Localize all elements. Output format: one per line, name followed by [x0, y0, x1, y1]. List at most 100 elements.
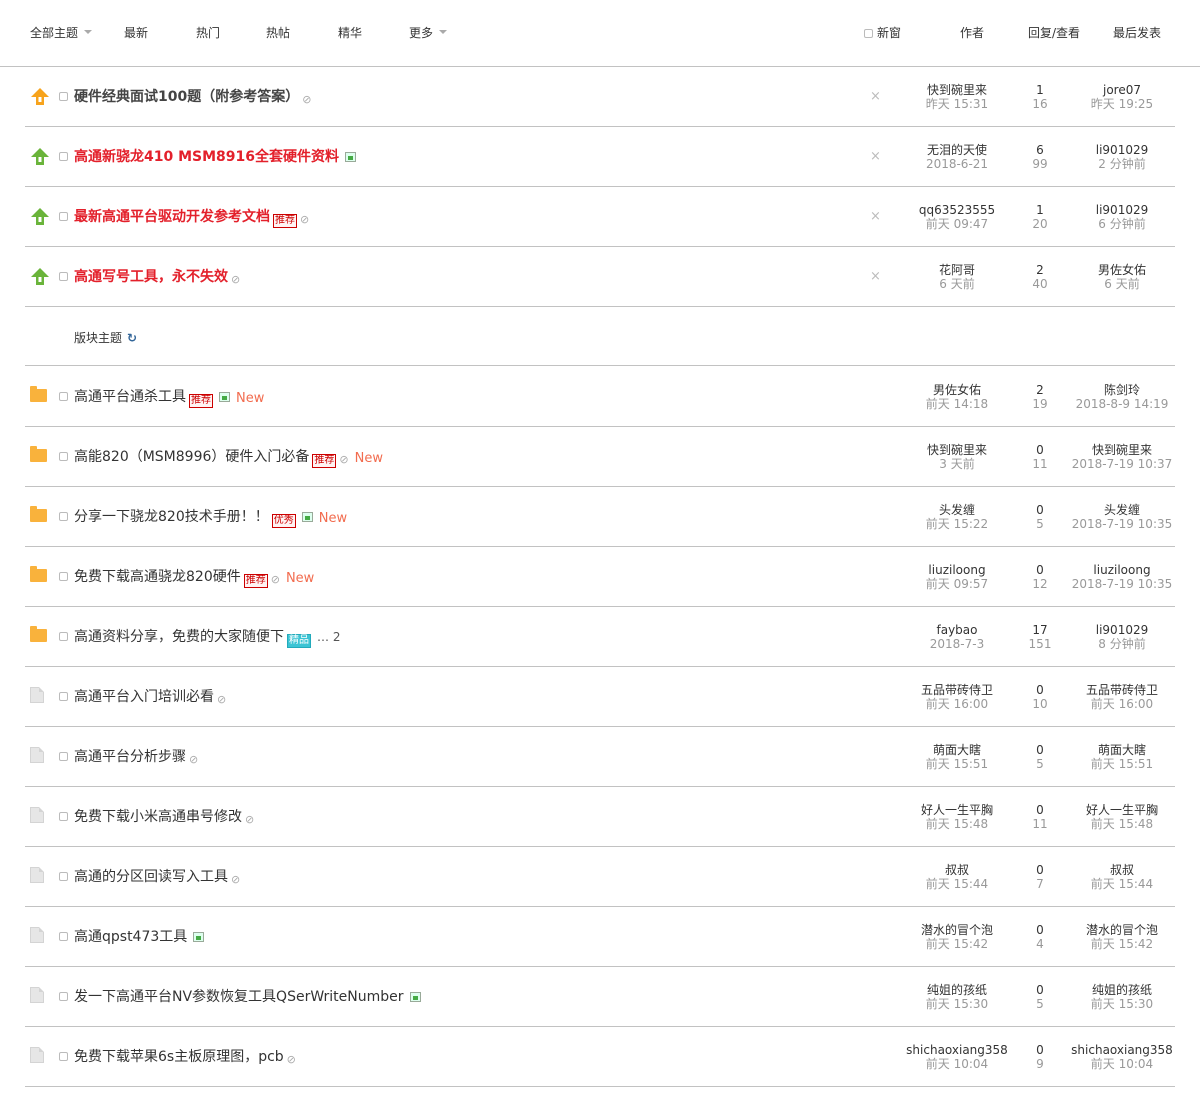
thread-checkbox[interactable]: [59, 392, 68, 401]
last-poster-link[interactable]: li901029: [1057, 203, 1187, 217]
refresh-icon[interactable]: ↻: [127, 331, 137, 345]
filter-digest[interactable]: 精华: [338, 26, 362, 40]
thread-title-link[interactable]: 免费下载苹果6s主板原理图，pcb: [74, 1049, 284, 1065]
close-icon[interactable]: ×: [870, 149, 881, 164]
author-link[interactable]: 快到碗里来: [885, 443, 1029, 457]
author-link[interactable]: 叔叔: [885, 863, 1029, 877]
thread-title-link[interactable]: 高通平台入门培训必看: [74, 689, 214, 705]
thread-title-link[interactable]: 高通新骁龙410 MSM8916全套硬件资料: [74, 149, 339, 165]
close-icon[interactable]: ×: [870, 89, 881, 104]
close-icon[interactable]: ×: [870, 269, 881, 284]
new-window-checkbox[interactable]: [864, 29, 873, 38]
last-post-time[interactable]: 2018-7-19 10:37: [1057, 457, 1187, 471]
thread-checkbox[interactable]: [59, 452, 68, 461]
last-post-time[interactable]: 6 分钟前: [1057, 217, 1187, 231]
last-post-cell: 叔叔 前天 15:44: [1057, 863, 1187, 891]
author-link[interactable]: shichaoxiang358: [885, 1043, 1029, 1057]
filter-latest[interactable]: 最新: [124, 26, 148, 40]
last-post-time[interactable]: 前天 15:44: [1057, 877, 1187, 891]
last-post-time[interactable]: 前天 15:42: [1057, 937, 1187, 951]
thread-title-link[interactable]: 免费下载小米高通串号修改: [74, 809, 242, 825]
filter-hot-posts[interactable]: 热帖: [266, 26, 290, 40]
thread-checkbox[interactable]: [59, 872, 68, 881]
last-poster-link[interactable]: li901029: [1057, 143, 1187, 157]
thread-title-link[interactable]: 高通资料分享，免费的大家随便下: [74, 629, 284, 645]
close-icon[interactable]: ×: [870, 209, 881, 224]
post-date: 前天 15:30: [925, 997, 989, 1011]
image-attachment-icon: [345, 152, 357, 162]
last-poster-link[interactable]: 快到碗里来: [1057, 443, 1187, 457]
author-link[interactable]: liuziloong: [885, 563, 1029, 577]
last-post-time[interactable]: 6 天前: [1057, 277, 1187, 291]
last-poster-link[interactable]: 萌面大瞎: [1057, 743, 1187, 757]
thread-checkbox[interactable]: [59, 212, 68, 221]
last-poster-link[interactable]: 五品带砖侍卫: [1057, 683, 1187, 697]
last-post-time[interactable]: 2018-8-9 14:19: [1057, 397, 1187, 411]
author-link[interactable]: 纯姐的孩纸: [885, 983, 1029, 997]
author-link[interactable]: 快到碗里来: [885, 83, 1029, 97]
thread-title-link[interactable]: 高能820（MSM8996）硬件入门必备: [74, 449, 309, 465]
author-link[interactable]: 花阿哥: [885, 263, 1029, 277]
thread-checkbox[interactable]: [59, 92, 68, 101]
thread-title-link[interactable]: 发一下高通平台NV参数恢复工具QSerWriteNumber: [74, 989, 404, 1005]
author-link[interactable]: 五品带砖侍卫: [885, 683, 1029, 697]
thread-title-link[interactable]: 硬件经典面试100题（附参考答案）: [74, 89, 299, 105]
thread-checkbox[interactable]: [59, 1052, 68, 1061]
post-date: 前天 10:04: [925, 1057, 989, 1071]
thread-title-link[interactable]: 高通写号工具，永不失效: [74, 269, 228, 285]
last-poster-link[interactable]: shichaoxiang358: [1057, 1043, 1187, 1057]
last-post-time[interactable]: 前天 16:00: [1057, 697, 1187, 711]
last-poster-link[interactable]: 纯姐的孩纸: [1057, 983, 1187, 997]
thread-checkbox[interactable]: [59, 932, 68, 941]
last-poster-link[interactable]: 好人一生平胸: [1057, 803, 1187, 817]
thread-checkbox[interactable]: [59, 992, 68, 1001]
last-post-time[interactable]: 前天 15:48: [1057, 817, 1187, 831]
filter-more[interactable]: 更多: [409, 26, 448, 40]
page-link[interactable]: … 2: [317, 630, 340, 644]
last-post-time[interactable]: 2 分钟前: [1057, 157, 1187, 171]
thread-title-link[interactable]: 高通qpst473工具: [74, 929, 187, 945]
thread-title-link[interactable]: 分享一下骁龙820技术手册！！: [74, 509, 269, 525]
last-post-time[interactable]: 前天 15:30: [1057, 997, 1187, 1011]
thread-checkbox[interactable]: [59, 632, 68, 641]
last-poster-link[interactable]: 潜水的冒个泡: [1057, 923, 1187, 937]
last-poster-link[interactable]: liuziloong: [1057, 563, 1187, 577]
thread-checkbox[interactable]: [59, 692, 68, 701]
last-poster-link[interactable]: 头发缠: [1057, 503, 1187, 517]
thread-title-link[interactable]: 最新高通平台驱动开发参考文档: [74, 209, 270, 225]
thread-title-link[interactable]: 高通平台通杀工具: [74, 389, 186, 405]
last-poster-link[interactable]: jore07: [1057, 83, 1187, 97]
last-post-time[interactable]: 2018-7-19 10:35: [1057, 577, 1187, 591]
author-link[interactable]: 好人一生平胸: [885, 803, 1029, 817]
last-post-time[interactable]: 8 分钟前: [1057, 637, 1187, 651]
author-link[interactable]: 头发缠: [885, 503, 1029, 517]
filter-all-topics[interactable]: 全部主题: [30, 26, 93, 40]
new-label: New: [236, 391, 265, 406]
author-link[interactable]: 无泪的天使: [885, 143, 1029, 157]
thread-checkbox[interactable]: [59, 752, 68, 761]
author-link[interactable]: 男佐女佑: [885, 383, 1029, 397]
author-link[interactable]: faybao: [885, 623, 1029, 637]
last-poster-link[interactable]: 陈剑玲: [1057, 383, 1187, 397]
last-poster-link[interactable]: 男佐女佑: [1057, 263, 1187, 277]
thread-checkbox[interactable]: [59, 512, 68, 521]
filter-hot[interactable]: 热门: [196, 26, 220, 40]
thread-checkbox[interactable]: [59, 812, 68, 821]
author-link[interactable]: qq63523555: [885, 203, 1029, 217]
thread-checkbox[interactable]: [59, 272, 68, 281]
last-poster-link[interactable]: li901029: [1057, 623, 1187, 637]
last-poster-link[interactable]: 叔叔: [1057, 863, 1187, 877]
author-link[interactable]: 潜水的冒个泡: [885, 923, 1029, 937]
last-post-time[interactable]: 前天 15:51: [1057, 757, 1187, 771]
thread-title-link[interactable]: 高通的分区回读写入工具: [74, 869, 228, 885]
last-post-time[interactable]: 昨天 19:25: [1057, 97, 1187, 111]
last-post-time[interactable]: 2018-7-19 10:35: [1057, 517, 1187, 531]
new-window-toggle[interactable]: 新窗: [864, 26, 901, 40]
thread-title-link[interactable]: 高通平台分析步骤: [74, 749, 186, 765]
thread-title-link[interactable]: 免费下载高通骁龙820硬件: [74, 569, 241, 585]
thread-checkbox[interactable]: [59, 572, 68, 581]
last-post-time[interactable]: 前天 10:04: [1057, 1057, 1187, 1071]
recommend-badge: 优秀: [271, 514, 296, 528]
thread-checkbox[interactable]: [59, 152, 68, 161]
author-link[interactable]: 萌面大瞎: [885, 743, 1029, 757]
